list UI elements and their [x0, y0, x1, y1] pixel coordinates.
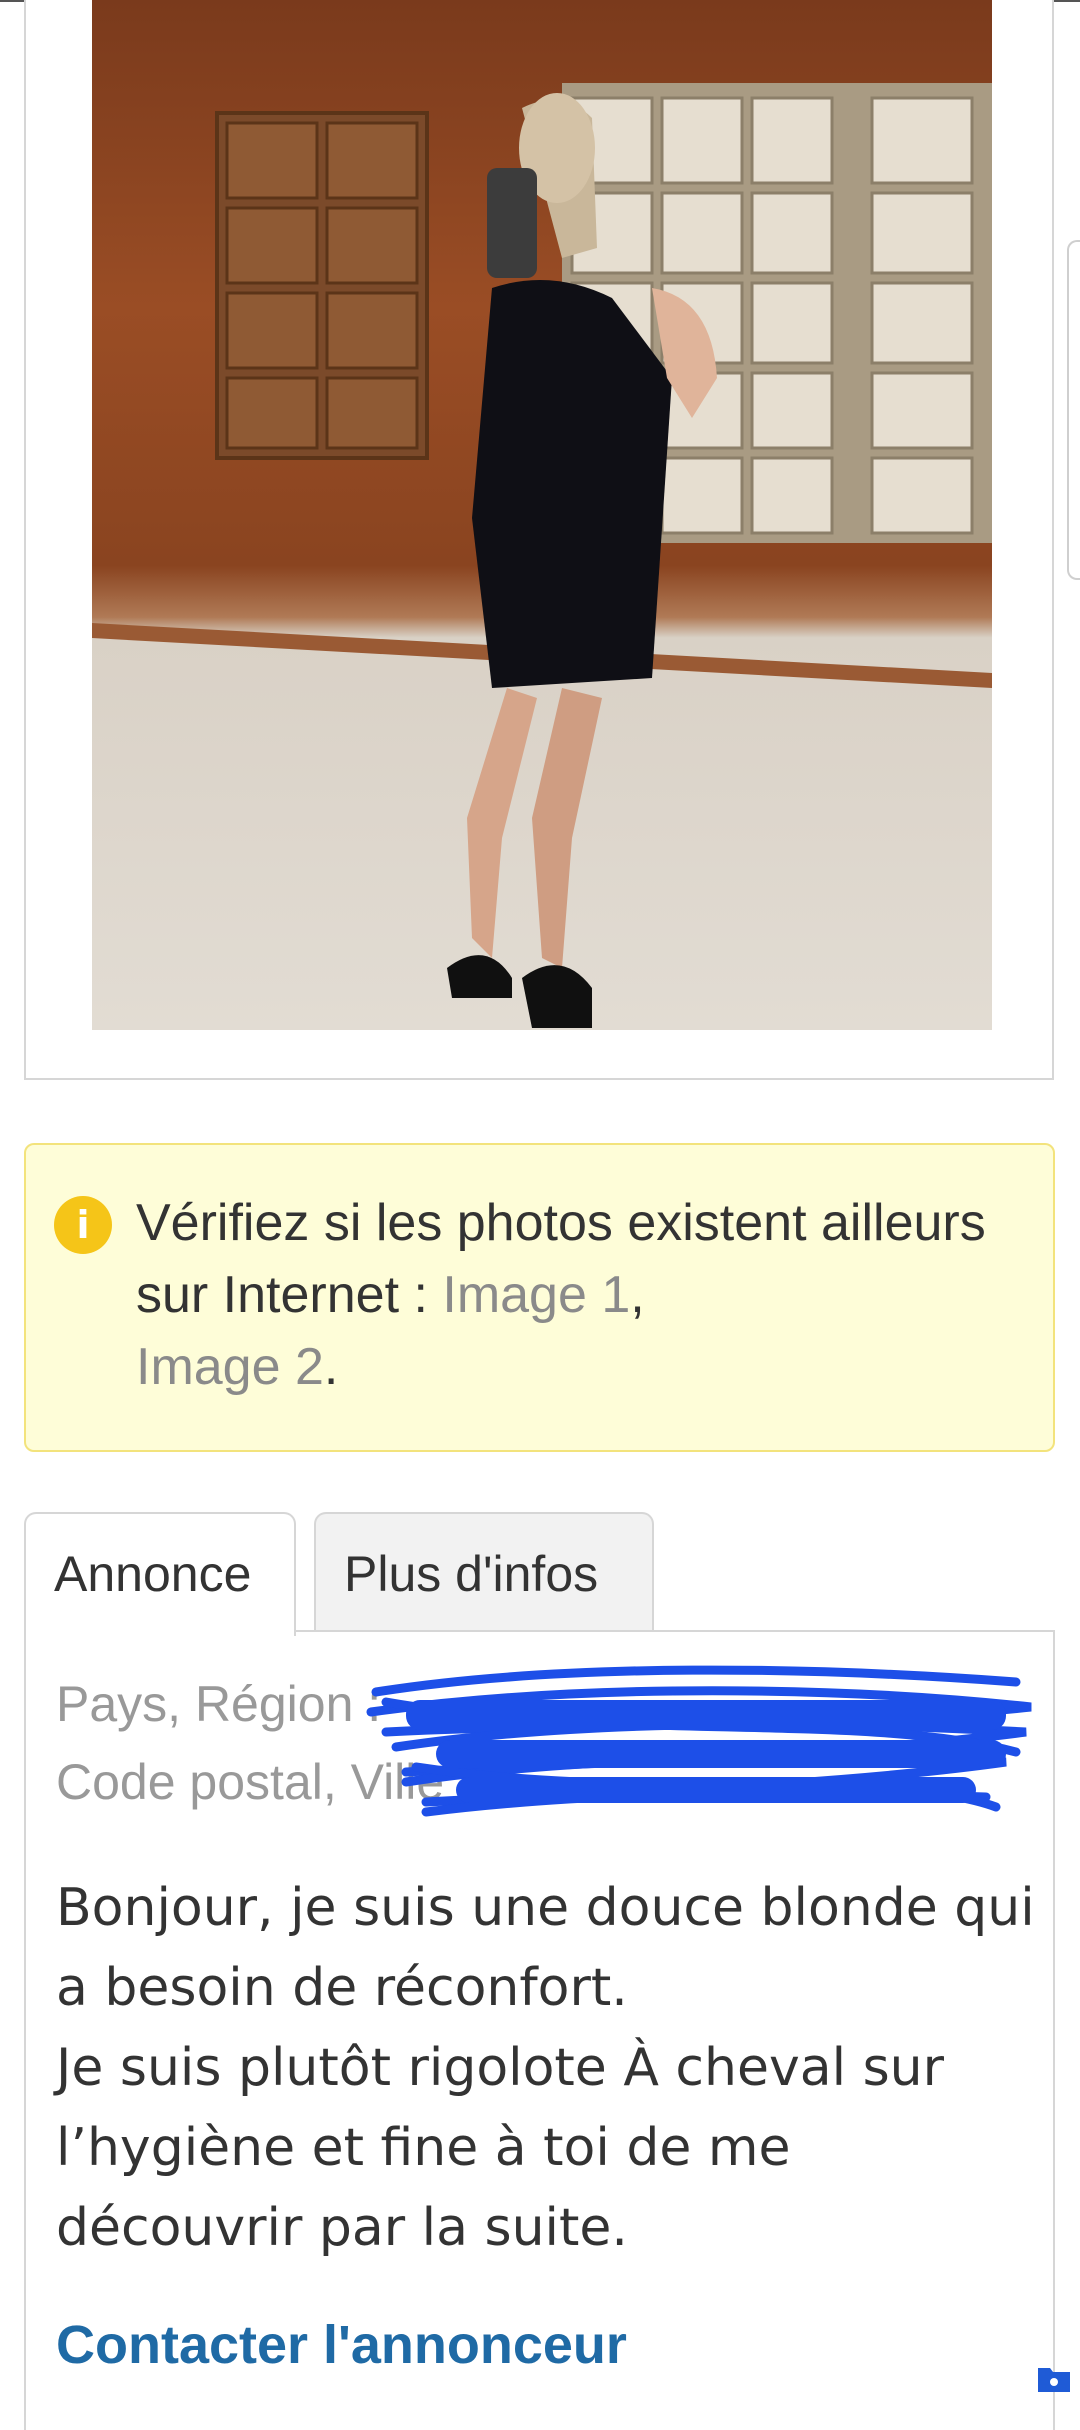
link-separator: ,: [630, 1266, 645, 1324]
side-scroll-handle[interactable]: [1067, 240, 1080, 580]
image-2-link[interactable]: Image 2: [136, 1338, 324, 1396]
image-1-link[interactable]: Image 1: [442, 1266, 630, 1324]
redaction-scribble: [366, 1665, 1032, 1817]
photo-check-banner: i Vérifiez si les photos existent ailleu…: [24, 1143, 1055, 1452]
listing-photo[interactable]: [92, 0, 992, 1030]
tab-annonce[interactable]: Annonce: [24, 1512, 296, 1636]
folder-icon[interactable]: [1036, 2360, 1072, 2396]
photo-card: [24, 0, 1054, 1080]
listing-details-panel: Pays, Région : Code postal, Ville Bonjou…: [24, 1630, 1055, 2430]
listing-description: Bonjour, je suis une douce blonde qui a …: [56, 1878, 1035, 2258]
region-label: Pays, Région :: [56, 1676, 382, 1732]
photo-check-text: Vérifiez si les photos existent ailleurs…: [136, 1187, 1016, 1403]
contact-advertiser-link[interactable]: Contacter l'annonceur: [56, 2314, 627, 2376]
photo-illustration: [92, 83, 992, 1028]
sentence-end: .: [323, 1338, 339, 1396]
tab-plus-d-infos[interactable]: Plus d'infos: [314, 1512, 654, 1630]
info-icon: i: [54, 1196, 112, 1254]
